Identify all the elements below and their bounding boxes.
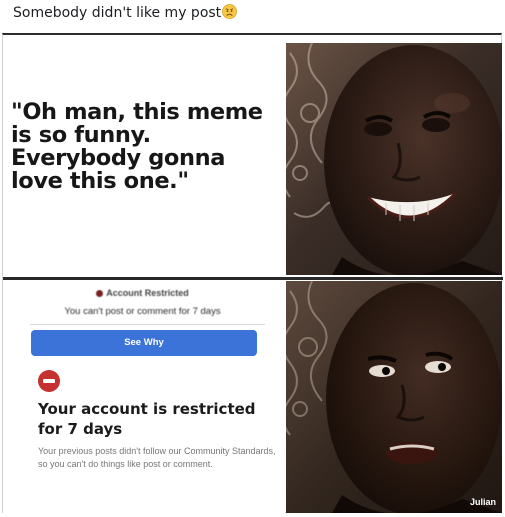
separator-line [30, 324, 265, 325]
restricted-subtext: You can't post or comment for 7 days [64, 306, 221, 317]
laughing-man-photo [286, 43, 502, 275]
restricted-header: Account Restricted [0, 288, 285, 298]
account-restricted-title: Your account is restricted for 7 days [38, 400, 256, 438]
restricted-header-text: Account Restricted [106, 288, 189, 298]
restricted-icon [96, 290, 104, 297]
post-caption-bar: Somebody didn't like my post [0, 0, 505, 32]
post-caption: Somebody didn't like my post [13, 4, 238, 21]
watermark-text: Julian [469, 497, 496, 507]
see-why-button: See Why [31, 330, 257, 356]
disappointed-man-photo: Julian [286, 281, 502, 513]
account-restricted-body: Your previous posts didn't follow our Co… [38, 446, 276, 469]
meme-quote-text: "Oh man, this meme is so funny. Everybod… [11, 99, 263, 194]
post-caption-text: Somebody didn't like my post [13, 5, 222, 21]
warning-icon [38, 370, 60, 392]
worried-face-emoji [222, 4, 238, 19]
